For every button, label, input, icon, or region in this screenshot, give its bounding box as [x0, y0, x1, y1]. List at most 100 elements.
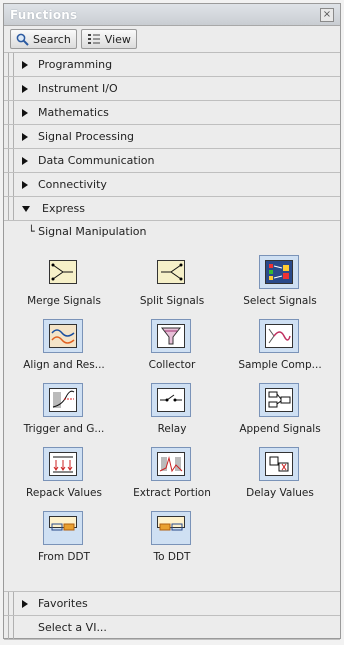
split-signals-icon: [157, 260, 185, 284]
sample-compression-icon: [265, 324, 293, 348]
function-extract-portion[interactable]: Extract Portion: [120, 445, 224, 509]
express-panel: └ Signal Manipulation Merge Signals Spli…: [4, 221, 340, 592]
trigger-gate-icon: [49, 388, 77, 412]
category-label: Instrument I/O: [38, 82, 118, 95]
expand-arrow-icon: [22, 180, 28, 189]
function-label: Trigger and G...: [23, 423, 105, 435]
select-a-vi[interactable]: Select a VI...: [4, 616, 340, 640]
view-list-icon: [87, 34, 100, 44]
function-to-ddt[interactable]: To DDT: [120, 509, 224, 573]
repack-values-tile: [43, 447, 83, 481]
function-collector[interactable]: Collector: [120, 317, 224, 381]
expand-arrow-icon: [22, 156, 28, 165]
drag-grip[interactable]: [8, 53, 14, 76]
close-button[interactable]: ×: [320, 7, 334, 22]
title-bar: Functions ×: [4, 4, 340, 26]
window-title: Functions: [10, 7, 78, 22]
from-ddt-icon: [49, 516, 77, 531]
align-resample-tile: [43, 319, 83, 353]
category-mathematics[interactable]: Mathematics: [4, 101, 340, 125]
favorites-label: Favorites: [38, 597, 88, 610]
function-label: Delay Values: [246, 487, 314, 499]
search-button[interactable]: Search: [10, 29, 77, 49]
function-label: Collector: [148, 359, 196, 371]
function-merge-signals[interactable]: Merge Signals: [12, 253, 116, 317]
merge-signals-tile: [43, 255, 83, 289]
function-select-signals[interactable]: Select Signals: [228, 253, 332, 317]
expand-arrow-icon: [22, 132, 28, 141]
drag-grip[interactable]: [8, 125, 14, 148]
category-label: Mathematics: [38, 106, 109, 119]
category-programming[interactable]: Programming: [4, 53, 340, 77]
function-relay[interactable]: Relay: [120, 381, 224, 445]
toolbar: Search View: [4, 26, 340, 53]
split-signals-tile: [151, 255, 191, 289]
expand-arrow-icon: [22, 60, 28, 69]
subcategory-name: Signal Manipulation: [38, 225, 147, 238]
category-instrument-io[interactable]: Instrument I/O: [4, 77, 340, 101]
drag-grip[interactable]: [8, 77, 14, 100]
category-data-communication[interactable]: Data Communication: [4, 149, 340, 173]
category-label: Signal Processing: [38, 130, 135, 143]
drag-grip[interactable]: [8, 592, 14, 615]
drag-grip[interactable]: [8, 197, 14, 220]
function-label: Repack Values: [26, 487, 102, 499]
expand-arrow-icon: [22, 599, 28, 608]
category-label: Programming: [38, 58, 113, 71]
function-delay-values[interactable]: Delay Values: [228, 445, 332, 509]
expand-arrow-icon: [22, 84, 28, 93]
select-signals-icon: [265, 260, 293, 284]
extract-portion-icon: [157, 452, 185, 476]
category-connectivity[interactable]: Connectivity: [4, 173, 340, 197]
align-resample-icon: [49, 324, 77, 348]
sample-compression-tile: [259, 319, 299, 353]
merge-signals-icon: [49, 260, 77, 284]
function-label: From DDT: [38, 551, 90, 563]
function-repack-values[interactable]: Repack Values: [12, 445, 116, 509]
function-append-signals[interactable]: Append Signals: [228, 381, 332, 445]
collector-icon: [157, 324, 185, 348]
function-label: To DDT: [153, 551, 191, 563]
search-icon: [16, 33, 29, 46]
select-vi-label: Select a VI...: [38, 621, 107, 634]
view-button-label: View: [104, 32, 131, 46]
repack-values-icon: [49, 452, 77, 476]
subcategory-label: └ Signal Manipulation: [28, 225, 147, 238]
function-label: Merge Signals: [27, 295, 101, 307]
from-ddt-tile: [43, 511, 83, 545]
tree-branch-icon: └: [28, 225, 39, 238]
function-label: Align and Res...: [23, 359, 105, 371]
append-signals-tile: [259, 383, 299, 417]
append-signals-icon: [265, 388, 293, 412]
select-signals-tile: [259, 255, 299, 289]
expand-arrow-icon: [22, 108, 28, 117]
function-label: Append Signals: [239, 423, 321, 435]
function-align-and-resample[interactable]: Align and Res...: [12, 317, 116, 381]
drag-grip[interactable]: [8, 101, 14, 124]
category-signal-processing[interactable]: Signal Processing: [4, 125, 340, 149]
function-sample-compression[interactable]: Sample Comp...: [228, 317, 332, 381]
view-button[interactable]: View: [80, 29, 137, 49]
drag-grip[interactable]: [8, 149, 14, 172]
collector-tile: [151, 319, 191, 353]
category-label: Express: [42, 202, 85, 215]
function-label: Sample Comp...: [238, 359, 322, 371]
drag-grip[interactable]: [8, 616, 14, 639]
relay-tile: [151, 383, 191, 417]
category-label: Connectivity: [38, 178, 107, 191]
function-from-ddt[interactable]: From DDT: [12, 509, 116, 573]
collapse-arrow-icon: [22, 205, 30, 212]
function-split-signals[interactable]: Split Signals: [120, 253, 224, 317]
function-label: Select Signals: [243, 295, 317, 307]
delay-values-icon: [265, 452, 293, 476]
to-ddt-tile: [151, 511, 191, 545]
function-label: Extract Portion: [133, 487, 211, 499]
function-trigger-and-gate[interactable]: Trigger and G...: [12, 381, 116, 445]
drag-grip[interactable]: [8, 173, 14, 196]
functions-palette: Functions × Search View Programming Inst…: [3, 3, 341, 640]
function-label: Relay: [157, 423, 187, 435]
category-express[interactable]: Express: [4, 197, 340, 221]
to-ddt-icon: [157, 516, 185, 531]
category-label: Data Communication: [38, 154, 155, 167]
category-favorites[interactable]: Favorites: [4, 592, 340, 616]
